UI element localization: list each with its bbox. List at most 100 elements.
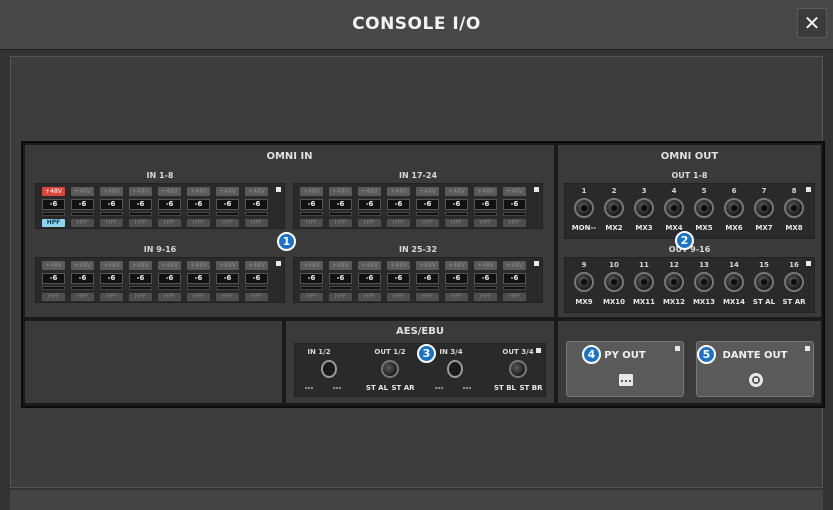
- aes-in34-connector[interactable]: [447, 360, 463, 378]
- hpf-button[interactable]: HPF: [100, 293, 123, 301]
- xlr-connector[interactable]: [754, 272, 774, 292]
- hpf-button[interactable]: HPF: [187, 219, 210, 227]
- gain-value[interactable]: -6: [129, 199, 152, 210]
- xlr-connector[interactable]: [724, 272, 744, 292]
- xlr-connector[interactable]: [694, 272, 714, 292]
- gain-value[interactable]: -6: [358, 273, 381, 284]
- phantom-power-button[interactable]: +48V: [100, 261, 123, 270]
- xlr-connector[interactable]: [574, 198, 594, 218]
- gain-value[interactable]: -6: [474, 273, 497, 284]
- gain-value[interactable]: -6: [445, 199, 468, 210]
- phantom-power-button[interactable]: +48V: [187, 261, 210, 270]
- hpf-button[interactable]: HPF: [245, 293, 268, 301]
- phantom-power-button[interactable]: +48V: [245, 261, 268, 270]
- hpf-button[interactable]: HPF: [358, 293, 381, 301]
- hpf-button[interactable]: HPF: [416, 293, 439, 301]
- hpf-button[interactable]: HPF: [216, 219, 239, 227]
- phantom-power-button[interactable]: +48V: [474, 187, 497, 196]
- phantom-power-button[interactable]: +48V: [387, 187, 410, 196]
- phantom-power-button[interactable]: +48V: [216, 187, 239, 196]
- hpf-button[interactable]: HPF: [129, 219, 152, 227]
- gain-value[interactable]: -6: [42, 199, 65, 210]
- gain-value[interactable]: -6: [216, 199, 239, 210]
- gain-value[interactable]: -6: [158, 273, 181, 284]
- gain-value[interactable]: -6: [71, 199, 94, 210]
- phantom-power-button[interactable]: +48V: [329, 261, 352, 270]
- gain-value[interactable]: -6: [187, 199, 210, 210]
- xlr-connector[interactable]: [634, 272, 654, 292]
- phantom-power-button[interactable]: +48V: [187, 187, 210, 196]
- phantom-power-button[interactable]: +48V: [42, 261, 65, 270]
- gain-value[interactable]: -6: [503, 273, 526, 284]
- xlr-connector[interactable]: [604, 198, 624, 218]
- hpf-button[interactable]: HPF: [503, 293, 526, 301]
- aes-out12-connector[interactable]: [381, 360, 399, 378]
- phantom-power-button[interactable]: +48V: [300, 261, 323, 270]
- hpf-button[interactable]: HPF: [329, 293, 352, 301]
- hpf-button[interactable]: HPF: [42, 219, 65, 227]
- gain-value[interactable]: -6: [158, 199, 181, 210]
- gain-value[interactable]: -6: [329, 199, 352, 210]
- hpf-button[interactable]: HPF: [300, 219, 323, 227]
- aes-out34-connector[interactable]: [509, 360, 527, 378]
- phantom-power-button[interactable]: +48V: [158, 261, 181, 270]
- phantom-power-button[interactable]: +48V: [358, 261, 381, 270]
- phantom-power-button[interactable]: +48V: [329, 187, 352, 196]
- gain-value[interactable]: -6: [216, 273, 239, 284]
- gain-value[interactable]: -6: [445, 273, 468, 284]
- phantom-power-button[interactable]: +48V: [474, 261, 497, 270]
- hpf-button[interactable]: HPF: [445, 293, 468, 301]
- phantom-power-button[interactable]: +48V: [416, 261, 439, 270]
- phantom-power-button[interactable]: +48V: [71, 187, 94, 196]
- gain-value[interactable]: -6: [129, 273, 152, 284]
- phantom-power-button[interactable]: +48V: [216, 261, 239, 270]
- hpf-button[interactable]: HPF: [387, 219, 410, 227]
- hpf-button[interactable]: HPF: [387, 293, 410, 301]
- phantom-power-button[interactable]: +48V: [445, 261, 468, 270]
- xlr-connector[interactable]: [664, 198, 684, 218]
- hpf-button[interactable]: HPF: [158, 219, 181, 227]
- xlr-connector[interactable]: [754, 198, 774, 218]
- hpf-button[interactable]: HPF: [71, 219, 94, 227]
- hpf-button[interactable]: HPF: [216, 293, 239, 301]
- gain-value[interactable]: -6: [387, 273, 410, 284]
- gain-value[interactable]: -6: [416, 273, 439, 284]
- phantom-power-button[interactable]: +48V: [387, 261, 410, 270]
- phantom-power-button[interactable]: +48V: [245, 187, 268, 196]
- hpf-button[interactable]: HPF: [503, 219, 526, 227]
- phantom-power-button[interactable]: +48V: [100, 187, 123, 196]
- hpf-button[interactable]: HPF: [187, 293, 210, 301]
- gain-value[interactable]: -6: [100, 273, 123, 284]
- gain-value[interactable]: -6: [416, 199, 439, 210]
- hpf-button[interactable]: HPF: [474, 219, 497, 227]
- aes-in12-connector[interactable]: [321, 360, 337, 378]
- gain-value[interactable]: -6: [300, 273, 323, 284]
- xlr-connector[interactable]: [634, 198, 654, 218]
- hpf-button[interactable]: HPF: [416, 219, 439, 227]
- hpf-button[interactable]: HPF: [42, 293, 65, 301]
- phantom-power-button[interactable]: +48V: [129, 261, 152, 270]
- gain-value[interactable]: -6: [300, 199, 323, 210]
- hpf-button[interactable]: HPF: [300, 293, 323, 301]
- hpf-button[interactable]: HPF: [474, 293, 497, 301]
- hpf-button[interactable]: HPF: [100, 219, 123, 227]
- hpf-button[interactable]: HPF: [71, 293, 94, 301]
- xlr-connector[interactable]: [784, 272, 804, 292]
- hpf-button[interactable]: HPF: [358, 219, 381, 227]
- xlr-connector[interactable]: [574, 272, 594, 292]
- hpf-button[interactable]: HPF: [158, 293, 181, 301]
- xlr-connector[interactable]: [784, 198, 804, 218]
- close-button[interactable]: ✕: [797, 8, 827, 38]
- phantom-power-button[interactable]: +48V: [503, 187, 526, 196]
- xlr-connector[interactable]: [724, 198, 744, 218]
- gain-value[interactable]: -6: [245, 199, 268, 210]
- xlr-connector[interactable]: [694, 198, 714, 218]
- gain-value[interactable]: -6: [358, 199, 381, 210]
- gain-value[interactable]: -6: [503, 199, 526, 210]
- phantom-power-button[interactable]: +48V: [129, 187, 152, 196]
- phantom-power-button[interactable]: +48V: [358, 187, 381, 196]
- phantom-power-button[interactable]: +48V: [503, 261, 526, 270]
- hpf-button[interactable]: HPF: [445, 219, 468, 227]
- phantom-power-button[interactable]: +48V: [416, 187, 439, 196]
- gain-value[interactable]: -6: [245, 273, 268, 284]
